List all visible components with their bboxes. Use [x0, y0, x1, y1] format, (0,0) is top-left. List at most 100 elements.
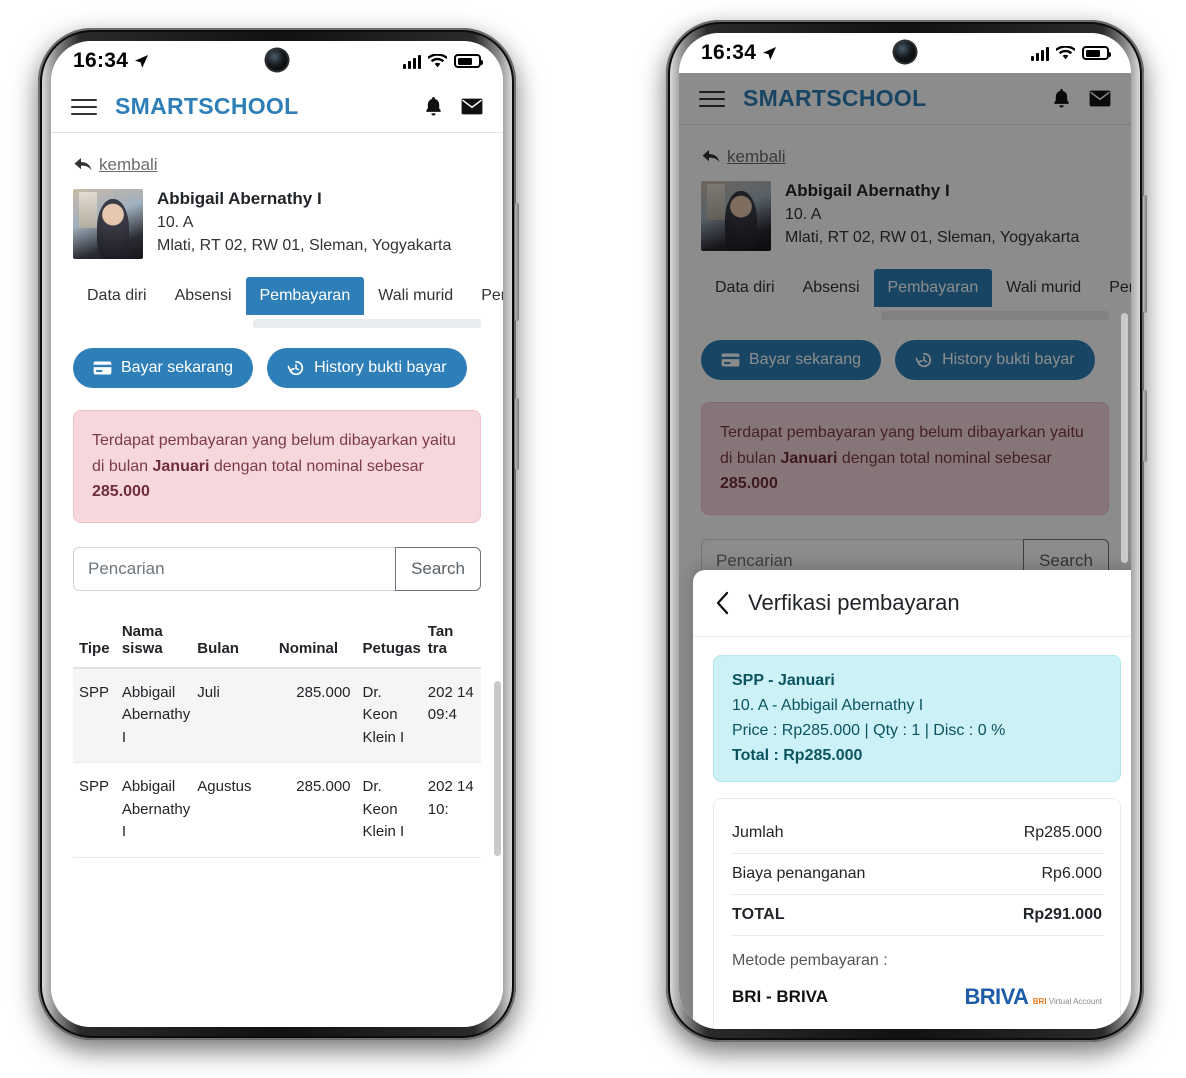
cell-nominal: 285.000 — [272, 667, 357, 764]
tab-wali-murid[interactable]: Wali murid — [364, 277, 467, 315]
th-bulan: Bulan — [191, 612, 273, 669]
app-viewport-left: SMARTSCHOOL kembali Abbigail Abernathy I… — [51, 81, 503, 1027]
table-row[interactable]: SPP Abbigail Abernathy I Agustus 285.000… — [73, 762, 481, 858]
unpaid-alert: Terdapat pembayaran yang belum dibayarka… — [73, 410, 481, 523]
summary-row-jumlah: Jumlah Rp285.000 — [730, 813, 1104, 854]
cell-nama: Abbigail Abernathy I — [115, 667, 192, 764]
payment-method-row[interactable]: BRI - BRIVA BRIVA BRI Virtual Account — [730, 980, 1104, 1018]
wifi-icon — [428, 53, 447, 69]
payment-method-name: BRI - BRIVA — [732, 986, 829, 1006]
back-link[interactable]: kembali — [73, 155, 481, 175]
item-price-line: Price : Rp285.000 | Qty : 1 | Disc : 0 % — [732, 721, 1006, 739]
cell-tanggal: 202 14 09:4 — [421, 667, 481, 764]
tab-absensi[interactable]: Absensi — [161, 277, 246, 315]
tab-scrollbar[interactable] — [253, 319, 481, 328]
summary-row-biaya: Biaya penanganan Rp6.000 — [730, 854, 1104, 895]
th-tanggal-transaksi: Tan tra — [421, 612, 481, 669]
tab-bar: Data diri Absensi Pembayaran Wali murid … — [51, 277, 503, 315]
status-icons — [1031, 45, 1111, 61]
location-arrow-icon — [762, 46, 777, 61]
alert-text-2: dengan total nominal sebesar — [209, 457, 424, 475]
tab-pembayaran[interactable]: Pembayaran — [245, 277, 365, 315]
avatar — [73, 189, 143, 259]
action-buttons: Bayar sekarang History bukti bayar — [73, 348, 481, 388]
cell-nama: Abbigail Abernathy I — [115, 762, 192, 858]
status-time-group: 16:34 — [73, 49, 149, 73]
history-label: History bukti bayar — [314, 359, 447, 376]
bell-icon[interactable] — [424, 96, 443, 117]
back-arrow-icon — [73, 156, 95, 174]
verification-modal: Verfikasi pembayaran SPP - Januari 10. A… — [693, 570, 1131, 1029]
cell-nominal: 285.000 — [272, 762, 357, 858]
front-camera — [266, 49, 288, 71]
brand-logo: SMARTSCHOOL — [115, 93, 299, 119]
student-address: Mlati, RT 02, RW 01, Sleman, Yogyakarta — [157, 237, 452, 255]
profile-text: Abbigail Abernathy I 10. A Mlati, RT 02,… — [157, 189, 451, 259]
page-content: kembali Abbigail Abernathy I 10. A Mlati… — [51, 133, 503, 1026]
table-row[interactable]: SPP Abbigail Abernathy I Juli 285.000 Dr… — [73, 667, 481, 764]
front-camera — [894, 41, 916, 63]
modal-scrollbar[interactable] — [1121, 313, 1128, 563]
phone-left: 16:34 SMARTSCHOOL kembali Abbigail Abern… — [38, 28, 519, 1040]
battery-icon — [1082, 46, 1111, 60]
cell-petugas: Dr. Keon Klein I — [356, 667, 422, 764]
cell-bulan: Juli — [191, 667, 273, 764]
page-scrollbar[interactable] — [494, 681, 501, 856]
app-bar-icons — [424, 96, 483, 117]
tab-data-diri[interactable]: Data diri — [73, 277, 161, 315]
app-bar: SMARTSCHOOL — [51, 81, 503, 133]
wifi-icon — [1056, 45, 1075, 61]
summary-label: Biaya penanganan — [732, 864, 866, 882]
status-time-group: 16:34 — [701, 41, 777, 65]
chevron-left-icon[interactable] — [715, 591, 730, 615]
briva-logo-icon: BRIVA BRI Virtual Account — [964, 985, 1102, 1008]
th-tipe: Tipe — [73, 612, 116, 669]
cell-tipe: SPP — [73, 762, 116, 858]
item-title: SPP - Januari — [732, 672, 835, 689]
summary-row-total: TOTAL Rp291.000 — [730, 895, 1104, 936]
tab-per[interactable]: Per — [467, 277, 503, 315]
cell-petugas: Dr. Keon Klein I — [356, 762, 422, 858]
modal-title: Verfikasi pembayaran — [748, 590, 960, 615]
summary-value: Rp291.000 — [1022, 905, 1102, 923]
credit-card-icon — [93, 361, 112, 375]
search-input[interactable] — [73, 546, 395, 591]
modal-header: Verfikasi pembayaran — [693, 570, 1131, 637]
payment-item-card: SPP - Januari 10. A - Abbigail Abernathy… — [713, 655, 1121, 782]
item-student: 10. A - Abbigail Abernathy I — [732, 697, 924, 714]
phone-right: 16:34 SMARTSCHOOL kembali Abbigail Abern… — [666, 20, 1147, 1042]
hamburger-menu-icon[interactable] — [71, 98, 97, 115]
student-profile: Abbigail Abernathy I 10. A Mlati, RT 02,… — [73, 189, 481, 259]
student-name: Abbigail Abernathy I — [157, 189, 322, 208]
briva-sub-brand: BRI — [1032, 996, 1047, 1006]
table-head: Tipe Nama siswa Bulan Nominal Petugas Ta… — [73, 612, 481, 669]
signal-bars-icon — [403, 54, 421, 69]
volume-button[interactable] — [515, 203, 519, 321]
summary-label: Jumlah — [732, 823, 784, 841]
location-arrow-icon — [134, 54, 149, 69]
cell-bulan: Agustus — [191, 762, 273, 858]
power-button[interactable] — [1143, 390, 1147, 462]
cell-tipe: SPP — [73, 667, 116, 764]
signal-bars-icon — [1031, 46, 1049, 61]
status-time: 16:34 — [701, 41, 757, 64]
student-class: 10. A — [157, 214, 194, 231]
dual-phone-mockup: 16:34 SMARTSCHOOL kembali Abbigail Abern… — [0, 0, 1186, 1078]
payment-summary: Jumlah Rp285.000 Biaya penanganan Rp6.00… — [713, 797, 1121, 1029]
table-header-row: Tipe Nama siswa Bulan Nominal Petugas Ta… — [73, 612, 481, 669]
th-nominal: Nominal — [272, 612, 357, 669]
pay-now-label: Bayar sekarang — [121, 359, 234, 376]
cell-tanggal: 202 14 10: — [421, 762, 481, 858]
status-time: 16:34 — [73, 49, 129, 72]
phone-screen-left: 16:34 SMARTSCHOOL kembali Abbigail Abern… — [51, 41, 503, 1027]
th-petugas: Petugas — [356, 612, 422, 669]
volume-button[interactable] — [1143, 195, 1147, 313]
pay-now-button[interactable]: Bayar sekarang — [73, 348, 254, 388]
search-bar: Search — [73, 546, 481, 591]
item-total-line: Total : Rp285.000 — [732, 746, 863, 764]
envelope-icon[interactable] — [461, 98, 483, 115]
power-button[interactable] — [515, 398, 519, 470]
summary-value: Rp6.000 — [1041, 864, 1103, 882]
history-button[interactable]: History bukti bayar — [267, 348, 467, 388]
search-button[interactable]: Search — [395, 546, 481, 591]
